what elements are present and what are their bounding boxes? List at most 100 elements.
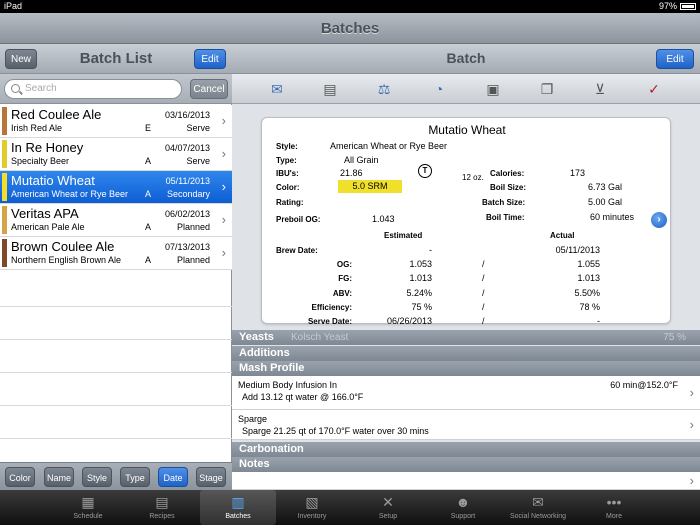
- batch-flag: A: [145, 156, 152, 166]
- empty-list-area: [0, 274, 232, 439]
- search-input[interactable]: Search: [4, 79, 182, 99]
- cart-icon[interactable]: ⊻: [589, 80, 611, 98]
- section-additions[interactable]: Additions: [232, 346, 700, 361]
- batch-stage: Serve: [186, 156, 210, 166]
- batch-date: 05/11/2013: [165, 176, 210, 186]
- app-title: Batches: [0, 13, 700, 44]
- batch-date: 03/16/2013: [164, 110, 210, 120]
- battery-icon: [680, 3, 696, 11]
- detail-disclosure-icon[interactable]: ›: [651, 212, 667, 228]
- recipe-summary-card: Mutatio Wheat Style: American Wheat or R…: [261, 117, 671, 326]
- section-yeasts[interactable]: Yeasts Kolsch Yeast 75 %: [232, 330, 700, 345]
- scale-icon[interactable]: ⚖: [373, 80, 395, 98]
- stat-estimated: 1.013: [409, 273, 432, 284]
- sort-date-button[interactable]: Date: [158, 467, 188, 487]
- batch-row[interactable]: In Re Honey Specialty Beer A 04/07/2013 Serv…: [0, 138, 232, 171]
- search-cancel-button[interactable]: Cancel: [190, 79, 228, 99]
- list-edit-button[interactable]: Edit: [194, 49, 226, 69]
- stat-estimated: 75 %: [411, 301, 432, 312]
- tab-setup[interactable]: ✕ Setup: [350, 490, 426, 525]
- tab-more[interactable]: ••• More: [576, 490, 652, 525]
- sort-stage-button[interactable]: Stage: [196, 467, 226, 487]
- tab-label: Social Networking: [509, 513, 567, 520]
- recipe-color-chip: 5.0 SRM: [338, 180, 402, 193]
- batch-flag: A: [145, 189, 152, 199]
- batch-stage: Serve: [186, 123, 210, 133]
- batch-style: Northern English Brown Ale: [11, 255, 122, 265]
- batch-flag: A: [145, 255, 152, 265]
- stat-estimated: 06/26/2013: [386, 316, 432, 326]
- timer-icon[interactable]: ◔: [428, 80, 450, 98]
- batch-detail-pane: Batch Edit ✉ ▤ ⚖ ◔ ▣ ❐ ⊻ ✓ Mutatio Wheat…: [232, 44, 700, 490]
- batch-date: 04/07/2013: [164, 143, 210, 153]
- recipe-name: Mutatio Wheat: [428, 123, 506, 137]
- stat-estimated: 5.24%: [406, 287, 432, 298]
- batch-style: Specialty Beer: [11, 156, 70, 166]
- tools-icon: ✕: [382, 494, 394, 510]
- stat-separator: /: [482, 287, 485, 298]
- batch-edit-button[interactable]: Edit: [656, 49, 694, 69]
- yeast-item-faded: Kolsch Yeast: [291, 332, 349, 343]
- chevron-right-icon: ›: [221, 146, 226, 161]
- batch-list: Red Coulee Ale Irish Red Ale E 03/16/2013 Se…: [0, 105, 232, 270]
- batch-color-swatch: [2, 107, 7, 135]
- batch-name: Mutatio Wheat: [11, 173, 95, 188]
- tab-inventory[interactable]: ▧ Inventory: [274, 490, 350, 525]
- tab-label: Schedule: [73, 513, 103, 520]
- stat-actual: 1.013: [577, 273, 600, 284]
- batch-style: American Wheat or Rye Beer: [11, 189, 129, 199]
- tab-support[interactable]: ☻ Support: [425, 490, 501, 525]
- batch-list-header: New Batch List Edit: [0, 44, 232, 74]
- batch-row[interactable]: Mutatio Wheat American Wheat or Rye Beer A…: [0, 171, 232, 204]
- actual-header: Actual: [550, 231, 575, 240]
- tinseth-icon[interactable]: T: [418, 164, 432, 178]
- chevron-right-icon: ›: [689, 385, 694, 400]
- batch-row[interactable]: Brown Coulee Ale Northern English Brown A…: [0, 237, 232, 270]
- notes-cell[interactable]: ›: [232, 472, 700, 490]
- sort-style-button[interactable]: Style: [82, 467, 112, 487]
- section-notes[interactable]: Notes: [232, 457, 700, 472]
- print-icon[interactable]: ▤: [319, 80, 341, 98]
- batch-name: Brown Coulee Ale: [11, 239, 115, 254]
- section-mash-profile[interactable]: Mash Profile: [232, 361, 700, 376]
- sort-color-button[interactable]: Color: [5, 467, 35, 487]
- recipe-style: American Wheat or Rye Beer: [330, 141, 448, 151]
- batch-color-swatch: [2, 239, 7, 267]
- chevron-right-icon: ›: [689, 417, 694, 432]
- stat-label: FG:: [338, 274, 352, 284]
- carrier-label: iPad: [4, 1, 23, 11]
- tab-schedule[interactable]: ▦ Schedule: [50, 490, 126, 525]
- tab-batches[interactable]: ▥ Batches: [200, 490, 276, 525]
- document-icon[interactable]: ❐: [536, 80, 558, 98]
- camera-icon[interactable]: ▣: [482, 80, 504, 98]
- support-icon: ☻: [455, 494, 471, 510]
- mash-step-infusion[interactable]: Medium Body Infusion In Add 13.12 qt wat…: [232, 376, 700, 410]
- batch-toolbar: ✉ ▤ ⚖ ◔ ▣ ❐ ⊻ ✓: [232, 74, 700, 104]
- checklist-icon[interactable]: ✓: [643, 80, 665, 98]
- sort-name-button[interactable]: Name: [44, 467, 74, 487]
- chevron-right-icon: ›: [221, 113, 226, 128]
- batch-row[interactable]: Red Coulee Ale Irish Red Ale E 03/16/2013 Se…: [0, 105, 232, 138]
- mash-step-sparge[interactable]: Sparge Sparge 21.25 qt of 170.0°F water …: [232, 410, 700, 440]
- more-icon: •••: [606, 494, 622, 510]
- stat-label: OG:: [336, 260, 352, 270]
- stat-label: Brew Date:: [276, 246, 318, 255]
- stat-estimated: 1.053: [409, 259, 432, 270]
- recipe-boil-size: 6.73 Gal: [588, 182, 623, 192]
- stat-actual: 05/11/2013: [555, 245, 600, 255]
- email-icon[interactable]: ✉: [266, 80, 288, 98]
- stat-separator: /: [482, 301, 485, 312]
- beer-glass-icon: ▥: [231, 494, 245, 510]
- stat-label: Serve Date:: [307, 317, 352, 326]
- batch-name: Red Coulee Ale: [11, 107, 102, 122]
- batch-row[interactable]: Veritas APA American Pale Ale A 06/02/2013 P…: [0, 204, 232, 237]
- batch-detail-header: Batch Edit: [232, 44, 700, 74]
- stat-actual: 1.055: [577, 259, 600, 270]
- estimated-header: Estimated: [384, 231, 423, 240]
- sort-type-button[interactable]: Type: [120, 467, 150, 487]
- tab-recipes[interactable]: ▤ Recipes: [124, 490, 200, 525]
- tab-social-networking[interactable]: ✉ Social Networking: [500, 490, 576, 525]
- tab-bar: ▦ Schedule ▤ Recipes ▥ Batches ▧ Inventory ✕ Setu…: [0, 490, 700, 525]
- recipes-icon: ▤: [155, 494, 169, 510]
- section-carbonation[interactable]: Carbonation: [232, 442, 700, 457]
